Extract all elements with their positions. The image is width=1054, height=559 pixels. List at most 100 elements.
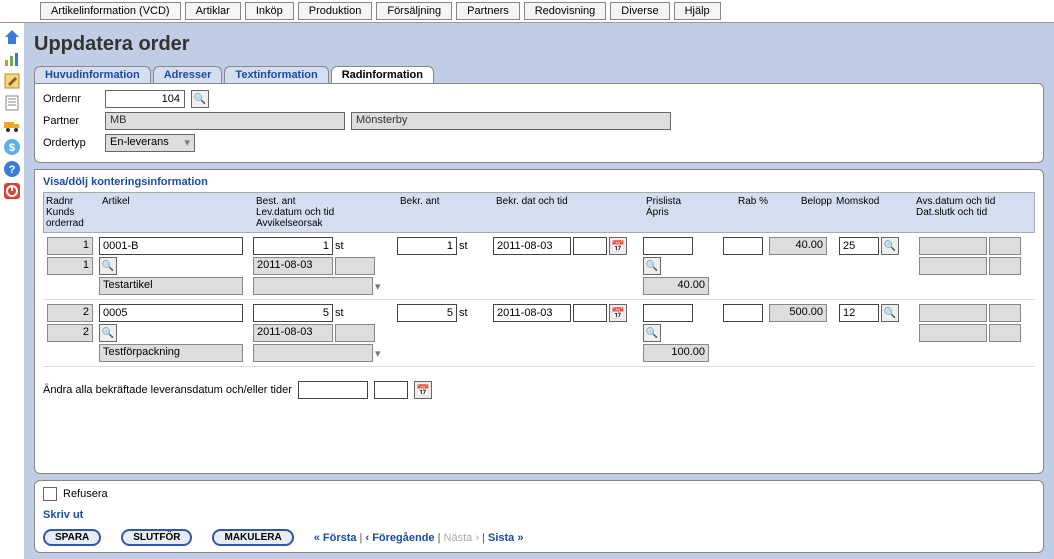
unit-label: st (335, 307, 344, 319)
page-title: Uppdatera order (34, 33, 1044, 56)
belopp-cell: 500.00 (769, 304, 827, 322)
datslut-cell (919, 324, 987, 342)
avvikelse-select (253, 277, 373, 295)
edit-icon[interactable] (2, 71, 22, 91)
lev-datum-cell: 2011-08-03 (253, 324, 333, 342)
save-button[interactable]: SPARA (43, 529, 101, 546)
cancel-order-button[interactable]: MAKULERA (212, 529, 293, 546)
complete-button[interactable]: SLUTFÖR (121, 529, 192, 546)
bekr-ant-input[interactable] (397, 304, 457, 322)
grid-body: 1 1 🔍 Testartikel st 2011-08-03 ▾ st 📅 (43, 233, 1035, 367)
rab-input[interactable] (723, 304, 763, 322)
apris-cell: 100.00 (643, 344, 709, 362)
top-tab-artikelinfo[interactable]: Artikelinformation (VCD) (40, 2, 181, 20)
money-icon[interactable]: $ (2, 137, 22, 157)
artikel-search-icon[interactable]: 🔍 (99, 257, 117, 275)
prislista-input[interactable] (643, 304, 693, 322)
ordernr-search-icon[interactable]: 🔍 (191, 90, 209, 108)
refusera-checkbox[interactable] (43, 487, 57, 501)
top-tab-partners[interactable]: Partners (456, 2, 520, 20)
pager-next-disabled: Nästa › (444, 532, 479, 544)
artikel-input[interactable] (99, 237, 243, 255)
toggle-kontering-link[interactable]: Visa/dölj konteringsinformation (43, 176, 1035, 188)
radnr-cell: 1 (47, 237, 93, 255)
avvikelse-select (253, 344, 373, 362)
best-ant-input[interactable] (253, 237, 333, 255)
best-ant-input[interactable] (253, 304, 333, 322)
change-all-date-input[interactable] (298, 381, 368, 399)
print-link[interactable]: Skriv ut (43, 509, 1035, 521)
document-icon[interactable] (2, 93, 22, 113)
artikel-name-cell: Testartikel (99, 277, 243, 295)
top-tab-hjalp[interactable]: Hjälp (674, 2, 721, 20)
top-tab-artiklar[interactable]: Artiklar (185, 2, 241, 20)
truck-icon[interactable] (2, 115, 22, 135)
calendar-icon[interactable]: 📅 (609, 304, 627, 322)
ordernr-label: Ordernr (43, 93, 99, 105)
artikel-input[interactable] (99, 304, 243, 322)
tab-huvudinformation[interactable]: Huvudinformation (34, 66, 151, 83)
pager-prev-link[interactable]: ‹ Föregående (365, 532, 434, 544)
datslut-tid-cell (989, 324, 1021, 342)
calendar-icon[interactable]: 📅 (609, 237, 627, 255)
footer-panel: Refusera Skriv ut SPARA SLUTFÖR MAKULERA… (34, 480, 1044, 553)
ordertyp-select: En-leverans ▾ (105, 134, 195, 152)
change-all-time-input[interactable] (374, 381, 408, 399)
refusera-label: Refusera (63, 488, 108, 500)
top-tab-produktion[interactable]: Produktion (298, 2, 373, 20)
home-icon[interactable] (2, 27, 22, 47)
unit-label: st (335, 240, 344, 252)
header-form-panel: Ordernr 🔍 Partner MB Mönsterby Ordertyp … (34, 83, 1044, 163)
top-tab-inkop[interactable]: Inköp (245, 2, 294, 20)
artikel-name-cell: Testförpackning (99, 344, 243, 362)
pager-first-link[interactable]: « Första (314, 532, 357, 544)
bekr-dat-input[interactable] (493, 237, 571, 255)
help-icon[interactable]: ? (2, 159, 22, 179)
momskod-search-icon[interactable]: 🔍 (881, 237, 899, 255)
top-tab-forsaljning[interactable]: Försäljning (376, 2, 452, 20)
bekr-ant-input[interactable] (397, 237, 457, 255)
lines-panel: Visa/dölj konteringsinformation RadnrKun… (34, 169, 1044, 474)
belopp-cell: 40.00 (769, 237, 827, 255)
chevron-down-icon: ▾ (375, 280, 381, 293)
unit-label: st (459, 307, 468, 319)
momskod-input[interactable] (839, 237, 879, 255)
inner-tabs: Huvudinformation Adresser Textinformatio… (34, 66, 1044, 83)
ordernr-input[interactable] (105, 90, 185, 108)
avs-datum-cell (919, 304, 987, 322)
grid-header: RadnrKunds orderrad Artikel Best. antLev… (43, 192, 1035, 233)
artikel-search-icon[interactable]: 🔍 (99, 324, 117, 342)
change-all-dates-label: Ändra alla bekräftade leveransdatum och/… (43, 384, 292, 396)
calendar-icon[interactable]: 📅 (414, 381, 432, 399)
datslut-tid-cell (989, 257, 1021, 275)
pager-last-link[interactable]: Sista » (488, 532, 523, 544)
rab-input[interactable] (723, 237, 763, 255)
prislista-input[interactable] (643, 237, 693, 255)
table-row: 1 1 🔍 Testartikel st 2011-08-03 ▾ st 📅 (43, 233, 1035, 300)
top-tab-diverse[interactable]: Diverse (610, 2, 669, 20)
avs-datum-cell (919, 237, 987, 255)
partner-label: Partner (43, 115, 99, 127)
prislista-search-icon[interactable]: 🔍 (643, 324, 661, 342)
momskod-input[interactable] (839, 304, 879, 322)
momskod-search-icon[interactable]: 🔍 (881, 304, 899, 322)
tab-adresser[interactable]: Adresser (153, 66, 223, 83)
tab-textinformation[interactable]: Textinformation (224, 66, 328, 83)
top-menu-bar: Artikelinformation (VCD) Artiklar Inköp … (0, 0, 1054, 23)
top-tab-redovisning[interactable]: Redovisning (524, 2, 607, 20)
power-icon[interactable] (2, 181, 22, 201)
chevron-down-icon: ▾ (375, 347, 381, 360)
avs-tid-cell (989, 304, 1021, 322)
prislista-search-icon[interactable]: 🔍 (643, 257, 661, 275)
bekr-dat-input[interactable] (493, 304, 571, 322)
unit-label: st (459, 240, 468, 252)
partner-name-field: Mönsterby (351, 112, 671, 130)
kunds-orderrad-cell: 1 (47, 257, 93, 275)
bekr-tid-input[interactable] (573, 304, 607, 322)
apris-cell: 40.00 (643, 277, 709, 295)
svg-text:?: ? (9, 164, 16, 176)
svg-text:$: $ (9, 142, 15, 154)
bekr-tid-input[interactable] (573, 237, 607, 255)
chart-icon[interactable] (2, 49, 22, 69)
tab-radinformation[interactable]: Radinformation (331, 66, 434, 83)
